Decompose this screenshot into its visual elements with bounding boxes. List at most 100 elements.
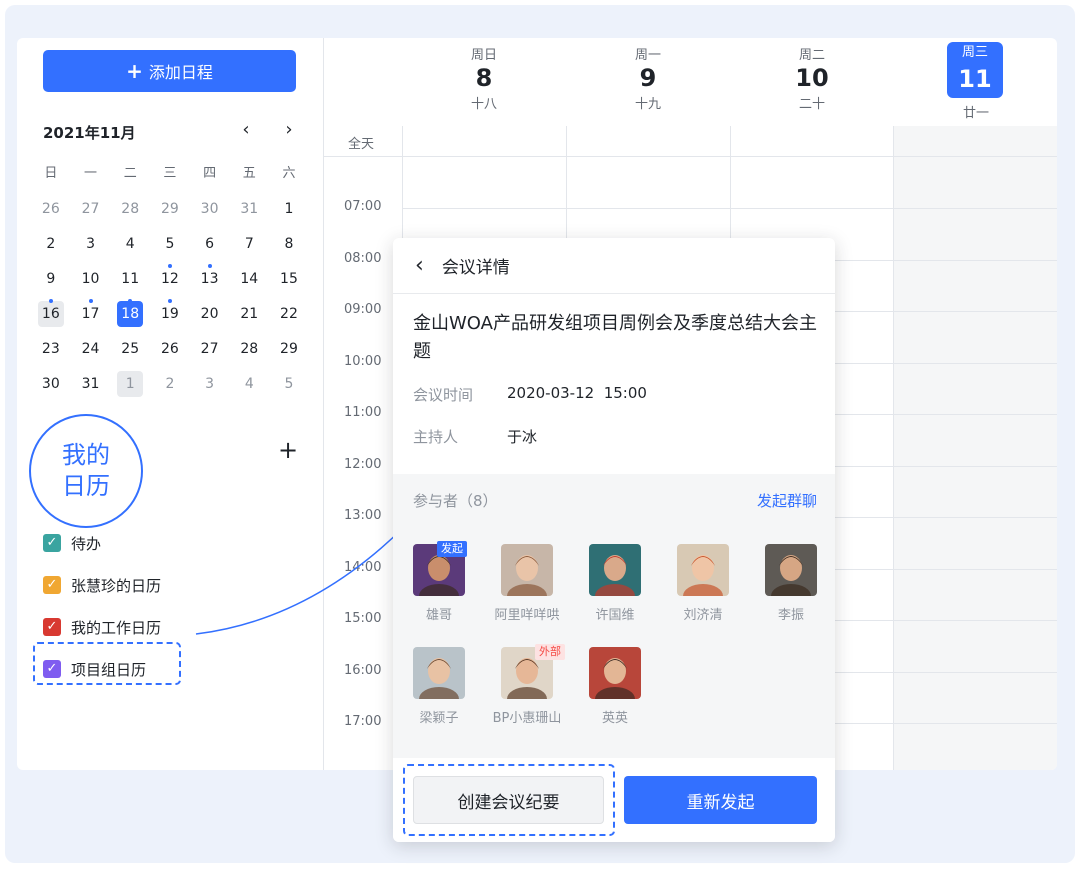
attendee[interactable]: 外部 BP小惠珊山 [483, 644, 571, 726]
avatar [589, 544, 641, 596]
calendar-day[interactable]: 5 [269, 370, 309, 398]
day-number: 29 [280, 340, 298, 357]
highlight-minutes-button [403, 764, 615, 836]
calendar-day[interactable]: 28 [110, 195, 150, 223]
calendar-day[interactable]: 31 [71, 370, 111, 398]
time-label: 17:00 [344, 714, 382, 729]
day-column-header[interactable]: 周二 10 二十 [730, 44, 894, 112]
attendee[interactable]: 梁颖子 [395, 647, 483, 726]
date-number: 11 [958, 65, 992, 93]
calendar-day[interactable]: 8 [269, 230, 309, 258]
attendee[interactable]: 许国维 [571, 544, 659, 623]
calendar-day[interactable]: 11 [110, 265, 150, 293]
day-number: 9 [46, 270, 56, 287]
calendar-day[interactable]: 29 [150, 195, 190, 223]
day-number: 1 [284, 200, 294, 217]
calendar-day[interactable]: 7 [229, 230, 269, 258]
calendar-day[interactable]: 14 [229, 265, 269, 293]
day-number: 31 [240, 200, 259, 217]
attendee-name: 阿里咩咩哄 [494, 608, 560, 623]
calendar-day[interactable]: 29 [269, 335, 309, 363]
calendar-day[interactable]: 30 [190, 195, 230, 223]
calendar-day[interactable]: 31 [229, 195, 269, 223]
time-label: 12:00 [344, 456, 382, 472]
calendar-day[interactable]: 10 [71, 265, 111, 293]
attendee[interactable]: 发起 雄哥 [395, 541, 483, 623]
day-number: 13 [200, 270, 219, 287]
day-column-header[interactable]: 周一 9 十九 [566, 44, 730, 112]
calendar-day[interactable]: 23 [31, 335, 71, 363]
back-arrow-icon[interactable]: ‹ [415, 254, 424, 277]
time-label: 14:00 [344, 559, 382, 575]
calendar-day[interactable]: 28 [229, 335, 269, 363]
calendar-day[interactable]: 20 [190, 300, 230, 328]
chevron-right-icon[interactable]: › [279, 119, 299, 140]
time-label: 11:00 [344, 405, 382, 420]
attendee[interactable]: 英英 [571, 647, 659, 726]
day-column-header[interactable]: 周日 8 十八 [402, 44, 566, 112]
highlight-project-calendar [33, 642, 181, 685]
calendar-day[interactable]: 4 [229, 370, 269, 398]
calendar-item-label: 待办 [71, 534, 102, 553]
checkbox-icon[interactable]: ✓ [43, 576, 61, 594]
calendar-day[interactable]: 22 [269, 300, 309, 328]
day-number: 17 [81, 305, 100, 322]
calendar-day[interactable]: 26 [31, 195, 71, 223]
checkbox-icon[interactable]: ✓ [43, 618, 61, 636]
calendar-day[interactable]: 12 [150, 263, 190, 293]
calendar-day[interactable]: 17 [71, 298, 111, 328]
avatar [501, 544, 553, 596]
calendar-day[interactable]: 19 [150, 298, 190, 328]
calendar-day[interactable]: 2 [150, 370, 190, 398]
checkbox-icon[interactable]: ✓ [43, 534, 61, 552]
weekday-label: 周一 [634, 48, 661, 63]
avatar [677, 544, 729, 596]
calendar-day[interactable]: 3 [190, 370, 230, 398]
resend-button[interactable]: 重新发起 [624, 776, 817, 824]
calendar-day[interactable]: 16 [31, 298, 71, 328]
calendar-day[interactable]: 1 [110, 370, 150, 398]
calendar-day[interactable]: 24 [71, 335, 111, 363]
calendar-day[interactable]: 25 [110, 335, 150, 363]
calendar-day[interactable]: 13 [190, 263, 230, 293]
calendar-day[interactable]: 6 [190, 230, 230, 258]
calendar-day[interactable]: 5 [150, 230, 190, 258]
attendee[interactable]: 刘济清 [659, 544, 747, 623]
calendar-day[interactable]: 18 [110, 298, 150, 328]
calendar-day[interactable]: 26 [150, 335, 190, 363]
calendar-day[interactable]: 30 [31, 370, 71, 398]
avatar [413, 647, 465, 699]
calendar-day[interactable]: 9 [31, 265, 71, 293]
attendee-name: 梁颖子 [419, 711, 459, 726]
day-number: 12 [160, 270, 179, 287]
add-event-button[interactable]: + 添加日程 [43, 50, 296, 92]
day-number: 20 [200, 305, 219, 322]
calendar-day[interactable]: 4 [110, 230, 150, 258]
day-number: 3 [86, 235, 95, 252]
calendar-day[interactable]: 1 [269, 195, 309, 223]
calendar-day[interactable]: 27 [71, 195, 111, 223]
day-number: 16 [37, 300, 64, 327]
day-number: 25 [121, 340, 140, 357]
calendar-day[interactable]: 21 [229, 300, 269, 328]
add-calendar-icon[interactable]: + [278, 436, 298, 464]
today-date-pill[interactable]: 周三 11 [947, 42, 1003, 98]
start-group-chat-link[interactable]: 发起群聊 [757, 490, 817, 511]
day-number: 4 [244, 375, 254, 392]
weekday-header: 五 [242, 165, 256, 181]
meeting-detail-popup: ‹ 会议详情 金山WOA产品研发组项目周例会及季度总结大会主题 会议时间 202… [393, 238, 835, 842]
chevron-left-icon[interactable]: ‹ [236, 119, 256, 140]
calendar-item[interactable]: ✓ 张慧珍的日历 [43, 564, 161, 606]
calendar-day[interactable]: 15 [269, 265, 309, 293]
event-dot [207, 263, 212, 268]
calendar-day[interactable]: 3 [71, 230, 111, 258]
attendee[interactable]: 李振 [747, 544, 835, 623]
time-label: 16:00 [344, 662, 382, 678]
day-number: 23 [41, 340, 60, 357]
mini-calendar: 日一二三四五六 26 27 28 29 30 31 1 2 3 4 5 6 7 8 9 10 11 12 13 14 15… [31, 156, 311, 401]
avatar [589, 647, 641, 699]
calendar-day[interactable]: 2 [31, 230, 71, 258]
calendar-day[interactable]: 27 [190, 335, 230, 363]
calendar-item[interactable]: ✓ 待办 [43, 522, 161, 564]
attendee[interactable]: 阿里咩咩哄 [483, 544, 571, 623]
